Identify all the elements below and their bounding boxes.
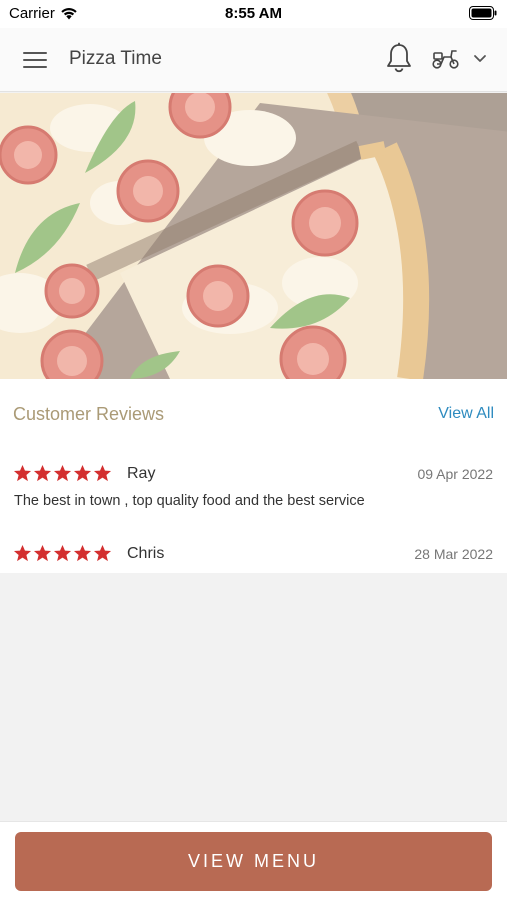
star-icon <box>53 464 72 482</box>
scooter-icon[interactable] <box>431 48 461 70</box>
review-text: The best in town , top quality food and … <box>14 493 365 509</box>
star-icon <box>13 544 32 562</box>
review-date: 09 Apr 2022 <box>417 466 493 482</box>
star-icon <box>93 464 112 482</box>
reviewer-name: Ray <box>127 465 156 482</box>
star-icon <box>93 544 112 562</box>
star-icon <box>33 544 52 562</box>
star-rating <box>13 544 112 563</box>
app-title: Pizza Time <box>69 48 162 69</box>
chevron-down-icon[interactable] <box>473 54 487 64</box>
review-date: 28 Mar 2022 <box>414 546 493 562</box>
star-icon <box>73 464 92 482</box>
nav-bar: Pizza Time <box>0 28 507 92</box>
bell-icon[interactable] <box>384 42 414 74</box>
customer-reviews-section: Customer Reviews View All Ray 09 Apr 202… <box>0 379 507 573</box>
star-rating <box>13 464 112 483</box>
star-icon <box>33 464 52 482</box>
reviewer-name: Chris <box>127 545 165 562</box>
bottom-action-bar: VIEW MENU <box>0 821 507 900</box>
hero-pizza-image <box>0 93 507 379</box>
star-icon <box>53 544 72 562</box>
star-icon <box>13 464 32 482</box>
status-bar: Carrier 8:55 AM <box>0 0 507 28</box>
reviews-title: Customer Reviews <box>13 404 165 424</box>
star-icon <box>73 544 92 562</box>
view-all-reviews-link[interactable]: View All <box>438 405 494 423</box>
status-time: 8:55 AM <box>225 5 282 22</box>
hamburger-menu-icon[interactable] <box>21 47 49 73</box>
view-menu-button[interactable]: VIEW MENU <box>15 832 492 891</box>
battery-icon <box>469 6 497 20</box>
